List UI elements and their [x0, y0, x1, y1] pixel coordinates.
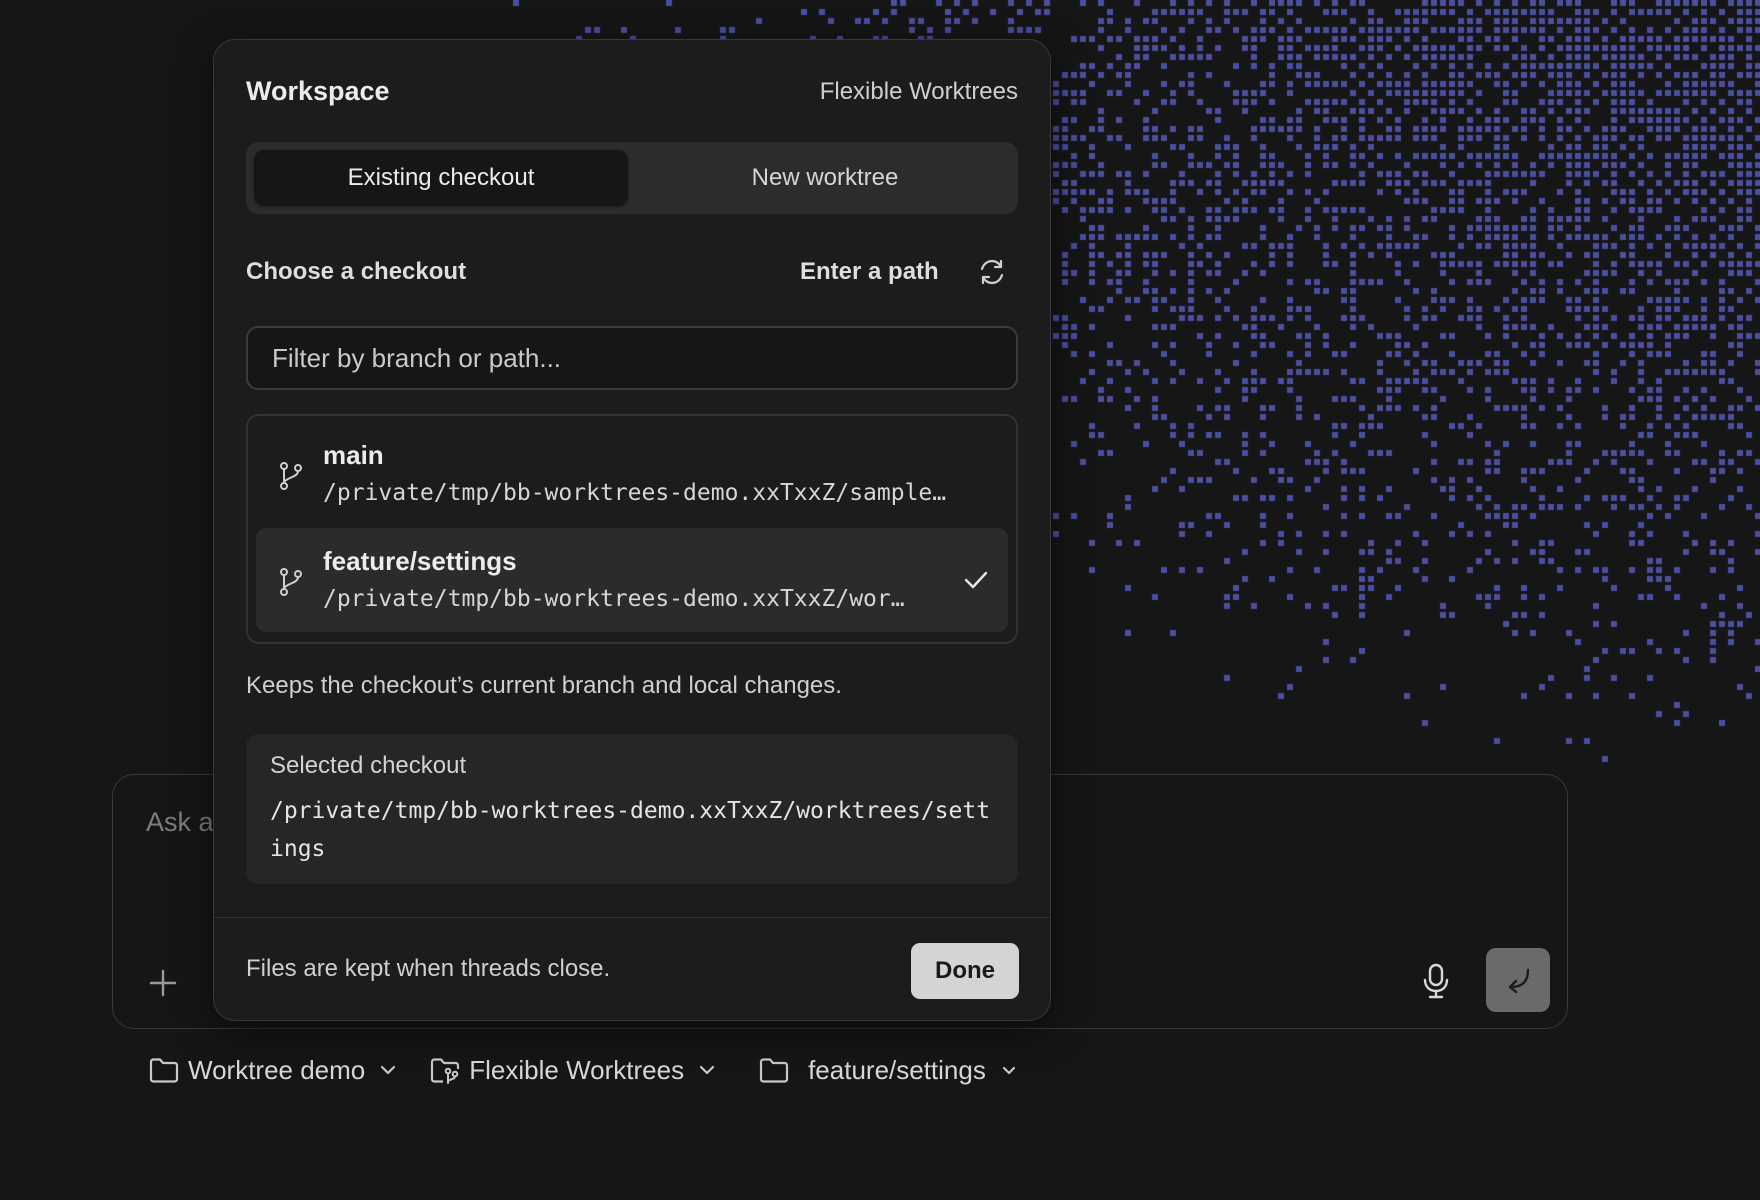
branch-label: feature/settings [808, 1054, 986, 1085]
workspace-selector[interactable]: Flexible Worktrees [429, 1055, 718, 1086]
return-arrow-icon [1508, 968, 1530, 994]
add-attachment-button[interactable] [145, 965, 181, 1001]
selected-checkout-panel: Selected checkout /private/tmp/bb-worktr… [246, 734, 1018, 884]
chevron-down-icon [699, 1065, 715, 1075]
tab-new-worktree[interactable]: New worktree [638, 150, 1012, 206]
folder-icon [149, 1058, 179, 1083]
checkout-row-main[interactable]: main /private/tmp/bb-worktrees-demo.xxTx… [256, 422, 1008, 526]
footer-divider [214, 917, 1050, 918]
checkout-path: /private/tmp/bb-worktrees-demo.xxTxxZ/wo… [323, 586, 905, 612]
checkout-row-feature-settings[interactable]: feature/settings /private/tmp/bb-worktre… [256, 528, 1008, 632]
checkout-branch-name: main [323, 440, 384, 470]
mode-segmented-control: Existing checkout New worktree [246, 142, 1018, 214]
done-button[interactable]: Done [911, 943, 1019, 999]
chevron-down-icon [381, 1065, 396, 1075]
composer-placeholder[interactable]: Ask a [146, 807, 214, 838]
context-toolbar: Worktree demo Flexible Worktrees feature… [148, 1050, 1050, 1090]
branch-selector[interactable]: feature/settings [758, 1055, 1020, 1086]
workspace-label: Flexible Worktrees [469, 1054, 685, 1085]
project-label: Worktree demo [188, 1054, 366, 1085]
git-branch-icon [280, 568, 302, 596]
checkout-behavior-note: Keeps the checkout’s current branch and … [246, 672, 842, 699]
workspace-popover: Workspace Flexible Worktrees Existing ch… [213, 39, 1051, 1021]
checkmark-icon [964, 571, 988, 589]
checkout-list: main /private/tmp/bb-worktrees-demo.xxTx… [246, 414, 1018, 644]
choose-checkout-label: Choose a checkout [246, 258, 467, 285]
send-button[interactable] [1486, 948, 1550, 1012]
checkout-path: /private/tmp/bb-worktrees-demo.xxTxxZ/sa… [323, 480, 947, 506]
folder-branch-icon [431, 1058, 460, 1084]
enter-path-button[interactable]: Enter a path [800, 258, 939, 286]
footer-note: Files are kept when threads close. [246, 955, 611, 982]
project-selector[interactable]: Worktree demo [148, 1055, 399, 1086]
plus-icon [149, 969, 177, 997]
microphone-icon [1423, 963, 1449, 999]
selected-checkout-path: /private/tmp/bb-worktrees-demo.xxTxxZ/wo… [270, 798, 991, 862]
popover-title: Workspace [246, 76, 390, 106]
checkout-branch-name: feature/settings [323, 546, 517, 576]
filter-input[interactable] [246, 326, 1018, 390]
folder-icon [759, 1058, 789, 1083]
chevron-down-icon [1002, 1066, 1015, 1075]
selected-checkout-label: Selected checkout [270, 752, 467, 779]
popover-project-name: Flexible Worktrees [819, 78, 1018, 105]
git-branch-icon [280, 462, 302, 490]
tab-existing-checkout[interactable]: Existing checkout [254, 150, 628, 206]
microphone-button[interactable] [1418, 961, 1454, 1001]
refresh-icon[interactable] [976, 256, 1008, 288]
